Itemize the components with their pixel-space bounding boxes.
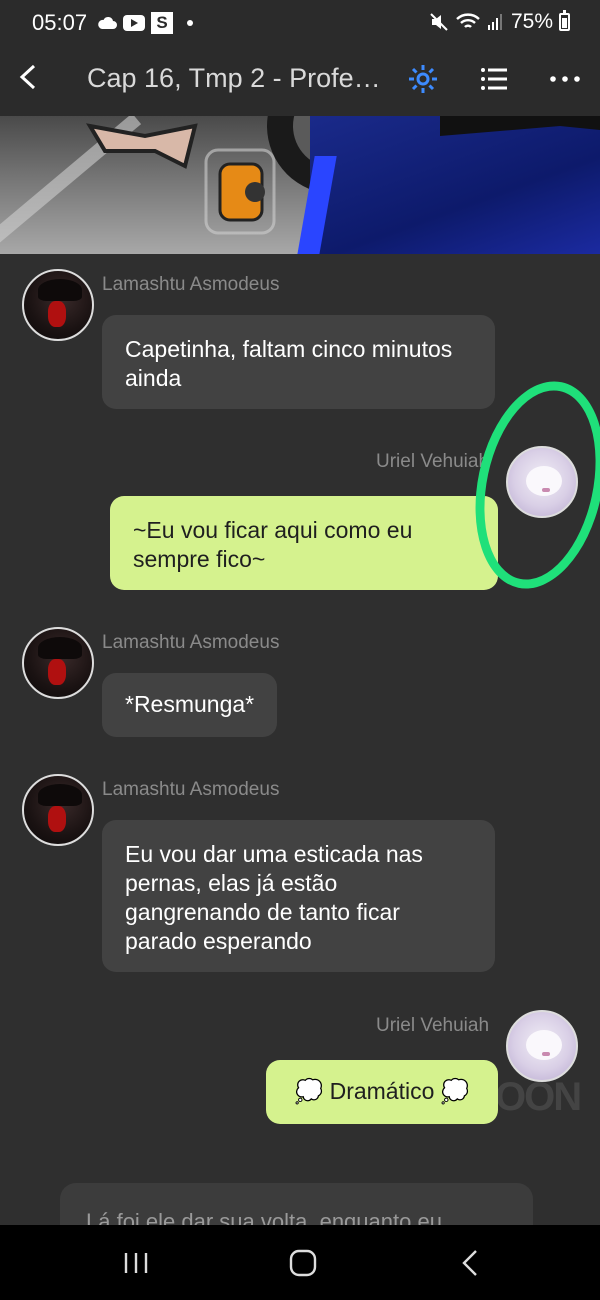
back-arrow-icon[interactable] (12, 60, 46, 94)
chapter-banner-image (0, 116, 600, 254)
avatar-lamashtu[interactable] (22, 627, 94, 699)
sender-name: Uriel Vehuiah (376, 451, 490, 472)
system-navigation-bar (0, 1225, 600, 1300)
message-bubble-outgoing[interactable]: ~Eu vou ficar aqui como eu sempre fico~ (110, 496, 498, 590)
more-options-icon[interactable] (548, 62, 582, 96)
message-bubble-incoming[interactable]: Capetinha, faltam cinco minutos ainda (102, 315, 495, 409)
chapter-title[interactable]: Cap 16, Tmp 2 - Profe… (87, 63, 387, 94)
message-bubble-incoming[interactable]: Eu vou dar uma esticada nas pernas, elas… (102, 820, 495, 972)
dot-icon (187, 20, 193, 26)
battery-percentage: 75% (510, 10, 553, 33)
list-icon[interactable] (477, 62, 511, 96)
mute-icon (430, 13, 448, 31)
watermark-logo: OON (495, 1075, 582, 1119)
avatar-uriel[interactable] (506, 1010, 578, 1082)
notification-icons: S (97, 12, 193, 34)
brake-pad-image (86, 123, 198, 169)
avatar-lamashtu[interactable] (22, 269, 94, 341)
sender-name: Lamashtu Asmodeus (102, 632, 280, 653)
recent-apps-icon[interactable] (118, 1247, 154, 1279)
wifi-icon (456, 13, 480, 28)
settings-gear-icon[interactable] (406, 62, 440, 96)
signal-icon (487, 14, 502, 30)
youtube-icon (123, 15, 145, 31)
s-app-icon: S (151, 12, 173, 34)
cloud-icon (98, 16, 117, 29)
sender-name: Lamashtu Asmodeus (102, 779, 280, 800)
avatar-lamashtu[interactable] (22, 774, 94, 846)
top-app-bar: Cap 16, Tmp 2 - Profe… (0, 46, 600, 116)
message-bubble-outgoing[interactable]: 💭 Dramático 💭 (266, 1060, 498, 1124)
sender-name: Uriel Vehuiah (376, 1015, 490, 1036)
motorcycle-part-image (440, 116, 600, 136)
message-bubble-incoming[interactable]: *Resmunga* (102, 673, 278, 737)
status-bar: 05:07 S 75% (0, 0, 600, 46)
home-icon[interactable] (285, 1247, 321, 1279)
system-icons: 75% (429, 10, 570, 34)
battery-icon (559, 10, 570, 31)
back-icon[interactable] (454, 1247, 490, 1279)
status-time: 05:07 (32, 10, 88, 35)
sender-name: Lamashtu Asmodeus (102, 274, 280, 295)
